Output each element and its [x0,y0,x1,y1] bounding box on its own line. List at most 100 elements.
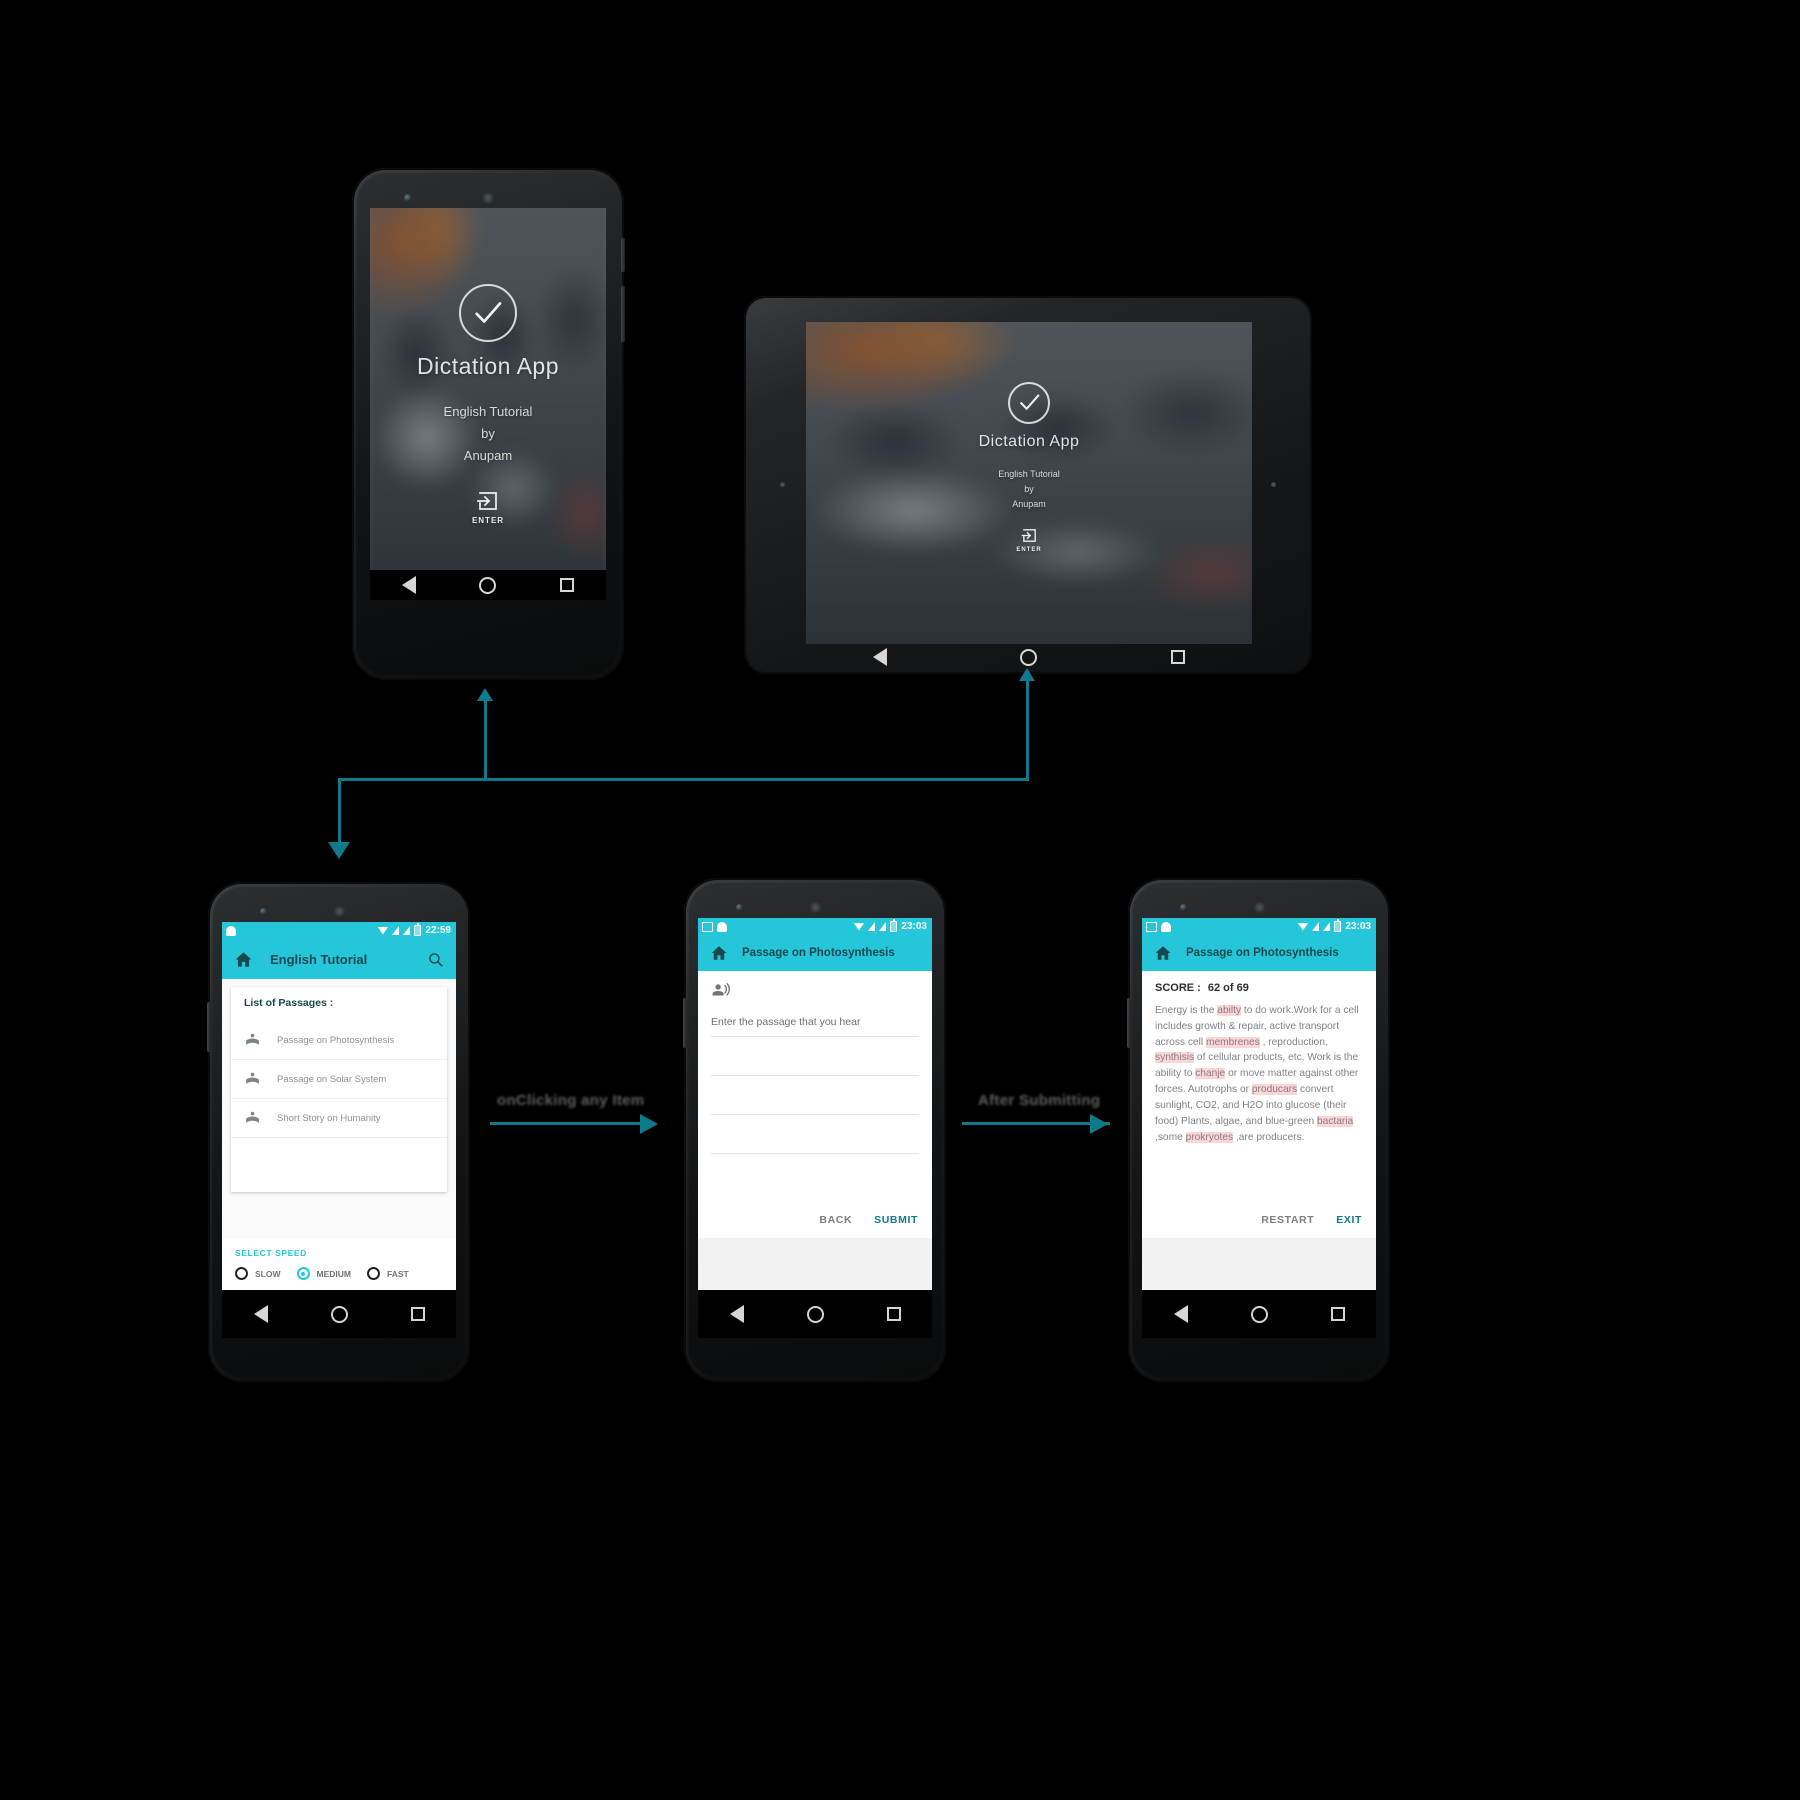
signal-icon [392,926,400,935]
android-icon [1161,921,1171,932]
nav-recent-icon[interactable] [1171,650,1186,664]
home-icon[interactable] [234,950,253,969]
splash-subtitle-line3: Anupam [1012,498,1046,509]
speed-selector: SELECT SPEED SLOW MEDIUM FAST [222,1239,456,1290]
power-button[interactable] [621,238,625,272]
volume-button[interactable] [1127,998,1131,1048]
passage-input[interactable]: Enter the passage that you hear [711,1016,919,1037]
connector-arrow-up [477,688,493,701]
input-line[interactable] [711,1076,919,1115]
signal-icon [1323,922,1331,931]
nav-back-icon[interactable] [401,576,416,594]
back-button[interactable]: BACK [819,1214,852,1226]
bottom-panel [1142,1238,1376,1290]
enter-button[interactable]: ENTER [472,489,504,525]
earpiece-speaker [810,902,821,913]
radio-medium-icon[interactable] [296,1267,310,1280]
status-time: 23:03 [1345,921,1371,932]
misspelled-word: abilty [1217,1005,1242,1016]
home-icon[interactable] [710,944,728,962]
splash-subtitle-line2: by [481,425,495,441]
radio-slow-icon[interactable] [235,1267,248,1280]
radio-fast-label: FAST [386,1268,409,1279]
nav-recent-icon[interactable] [410,1307,425,1321]
nav-back-icon[interactable] [1173,1305,1188,1323]
appbar-title: Passage on Photosynthesis [1186,947,1339,959]
submit-button[interactable]: SUBMIT [874,1214,918,1226]
connector-line [484,700,487,780]
home-icon[interactable] [1154,944,1172,962]
misspelled-word: membrenes [1205,1036,1260,1048]
splash-subtitle-line2: by [1024,483,1034,494]
android-navbar [698,1290,932,1338]
radio-option-fast[interactable]: FAST [366,1267,409,1280]
splash-subtitle-line1: English Tutorial [443,403,533,419]
misspelled-word: producars [1251,1084,1298,1096]
status-bar: 23:03 [1142,918,1376,935]
exit-button[interactable]: EXIT [1336,1214,1362,1226]
nav-home-icon[interactable] [806,1305,824,1323]
local-library-icon [246,1033,259,1045]
input-line[interactable] [711,1037,919,1076]
list-item-label: Short Story on Humanity [277,1112,381,1124]
signal-icon [1312,922,1320,931]
tablet-camera-left [780,482,785,487]
app-title: Dictation App [978,432,1080,450]
volume-button[interactable] [621,286,625,342]
front-camera [1180,904,1187,911]
restart-button[interactable]: RESTART [1261,1214,1314,1226]
nav-back-icon[interactable] [729,1305,744,1323]
list-header: List of Passages : [244,997,334,1009]
record-voice-over-icon[interactable] [711,982,730,1001]
volume-button[interactable] [207,1002,211,1052]
connector-label-submit: After Submitting [978,1092,1101,1109]
device-phone-result: 23:03 Passage on Photosynthesis SCORE : … [1127,878,1390,1382]
appbar-title: Passage on Photosynthesis [742,947,895,959]
earpiece-speaker [334,906,345,917]
nav-back-icon[interactable] [253,1305,268,1323]
android-navbar [1142,1290,1376,1338]
diagram-canvas: Dictation App English Tutorial by Anupam… [0,0,1800,1800]
radio-option-medium[interactable]: MEDIUM [296,1267,351,1280]
android-navbar [370,570,606,600]
search-icon[interactable] [427,951,444,968]
radio-option-slow[interactable]: SLOW [235,1267,281,1280]
nav-recent-icon[interactable] [1330,1307,1345,1321]
connector-label-click: onClicking any Item [497,1092,645,1109]
list-item[interactable]: Passage on Photosynthesis [231,1021,447,1060]
signal-icon [879,922,887,931]
connector-arrow-right [1090,1114,1108,1134]
exit-to-app-icon [477,491,497,510]
input-line[interactable] [711,1115,919,1154]
list-item[interactable]: Short Story on Humanity [231,1099,447,1138]
check-icon [459,283,517,342]
passage-text-segment: ,some [1155,1131,1186,1143]
radio-fast-icon[interactable] [366,1267,380,1280]
score-label: SCORE : [1155,982,1201,994]
connector-arrow-up [1019,668,1035,681]
status-bar: 22:59 [222,922,456,939]
nav-home-icon[interactable] [479,576,497,594]
phone-screen-list: 22:59 English Tutorial List of Passages … [222,922,456,1338]
nav-back-icon[interactable] [872,648,887,666]
nav-home-icon[interactable] [330,1305,348,1323]
signal-icon [403,926,411,935]
connector-line [490,1122,640,1125]
front-camera [736,904,743,911]
phone-screen-input: 23:03 Passage on Photosynthesis Enter th… [698,918,932,1338]
list-item[interactable]: Passage on Solar System [231,1060,447,1099]
battery-icon [1334,919,1342,932]
enter-button[interactable]: ENTER [1016,527,1041,553]
nav-recent-icon[interactable] [560,578,575,592]
nav-home-icon[interactable] [1020,648,1038,666]
nav-recent-icon[interactable] [886,1307,901,1321]
misspelled-word: chanje [1195,1068,1226,1080]
misspelled-word: synthisis [1155,1052,1195,1064]
nav-home-icon[interactable] [1250,1305,1268,1323]
connector-line [1026,680,1029,780]
phone-screen-splash: Dictation App English Tutorial by Anupam… [370,208,606,600]
volume-button[interactable] [683,998,687,1048]
misspelled-word: prokryotes [1185,1131,1234,1143]
appbar-title: English Tutorial [270,951,368,967]
status-bar: 23:03 [698,918,932,935]
